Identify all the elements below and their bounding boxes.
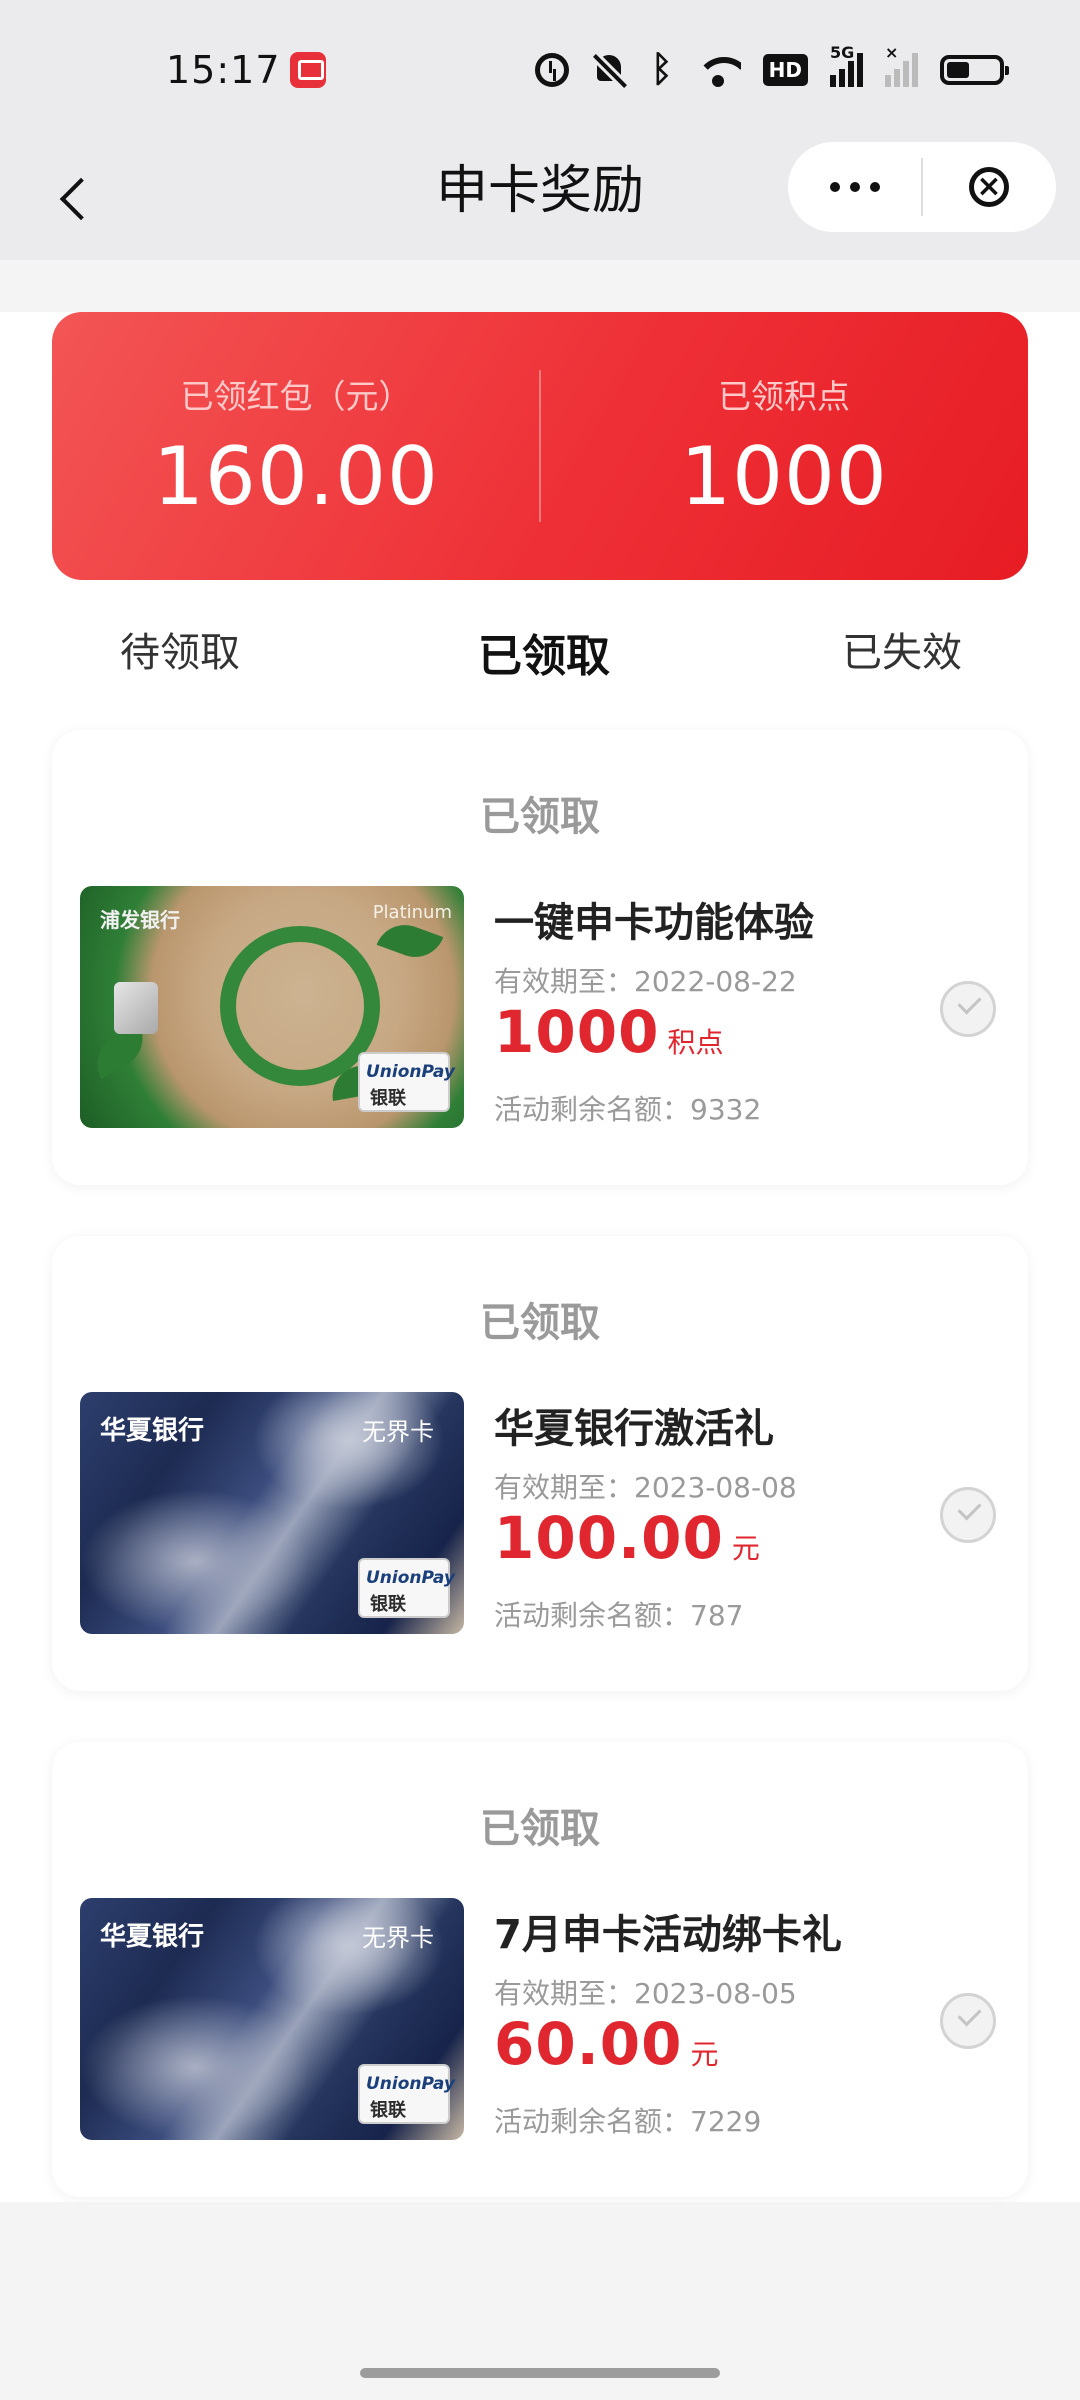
bank-mark: 华夏银行	[100, 1922, 205, 1952]
battery-icon	[940, 55, 1009, 85]
red-app-badge-icon	[290, 52, 326, 88]
main-content: 已领红包（元） 160.00 已领积点 1000 待领取 已领取 已失效 已领取	[0, 312, 1080, 2202]
reward-card[interactable]: 已领取 华夏银行 无界卡 UnionPay 银联 华夏银行激活礼 有效期至：202…	[52, 1236, 1028, 1691]
reward-quota: 活动剩余名额：787	[494, 1599, 744, 1632]
reward-card[interactable]: 已领取 浦发银行 Platinum UnionPay 银联 一键申卡功能体验 有效…	[52, 730, 1028, 1185]
mini-program-capsule	[788, 142, 1056, 232]
reward-amount-unit: 元	[690, 2038, 719, 2071]
reward-quota: 活动剩余名额：7229	[494, 2105, 762, 2138]
reward-title: 7月申卡活动绑卡礼	[494, 1912, 842, 1958]
reward-status: 已领取	[480, 1300, 600, 1346]
mute-icon	[591, 53, 629, 87]
reward-title: 华夏银行激活礼	[494, 1406, 774, 1452]
points-value: 1000	[680, 430, 888, 523]
unionpay-logo: UnionPay 银联	[358, 2064, 455, 2124]
reward-amount-value: 60.00	[494, 2010, 683, 2078]
credit-card-image: 浦发银行 Platinum UnionPay 银联	[80, 886, 464, 1128]
redpacket-summary: 已领红包（元） 160.00	[52, 312, 540, 580]
bank-mark: 浦发银行	[100, 908, 180, 932]
reward-status: 已领取	[480, 1806, 600, 1852]
reward-amount-unit: 元	[731, 1532, 760, 1565]
reward-card[interactable]: 已领取 华夏银行 无界卡 UnionPay 银联 7月申卡活动绑卡礼 有效期至：2…	[52, 1742, 1028, 2197]
signal-5g-icon: 5G	[830, 43, 863, 87]
tab-pending[interactable]: 待领取	[120, 620, 240, 678]
reward-status: 已领取	[480, 794, 600, 840]
check-circle-icon	[940, 981, 996, 1037]
redpacket-label: 已领红包（元）	[180, 377, 412, 416]
hd-icon: HD	[762, 54, 808, 86]
reward-expiry: 有效期至：2023-08-08	[494, 1471, 797, 1504]
tab-expired[interactable]: 已失效	[842, 620, 962, 678]
reward-quota: 活动剩余名额：9332	[494, 1093, 762, 1126]
alarm-icon	[535, 53, 570, 87]
reward-tabs: 待领取 已领取 已失效	[0, 612, 1080, 692]
card-tag: Platinum	[372, 902, 452, 923]
points-label: 已领积点	[718, 377, 850, 416]
unionpay-logo: UnionPay 银联	[358, 1558, 455, 1618]
points-summary: 已领积点 1000	[540, 312, 1028, 580]
home-indicator[interactable]	[360, 2368, 720, 2378]
credit-card-image: 华夏银行 无界卡 UnionPay 银联	[80, 1898, 464, 2140]
unionpay-logo: UnionPay 银联	[358, 1052, 455, 1112]
bluetooth-icon: ᛒ	[651, 49, 673, 90]
reward-expiry: 有效期至：2023-08-05	[494, 1977, 797, 2010]
reward-amount-value: 1000	[494, 998, 660, 1066]
reward-summary-banner: 已领红包（元） 160.00 已领积点 1000	[52, 312, 1028, 580]
credit-card-image: 华夏银行 无界卡 UnionPay 银联	[80, 1392, 464, 1634]
title-bar: 申卡奖励	[0, 140, 1080, 260]
back-arrow-icon[interactable]	[48, 164, 108, 234]
card-chip-icon	[114, 982, 158, 1034]
tab-received[interactable]: 已领取	[478, 620, 610, 684]
signal-icon: ×	[885, 43, 918, 87]
status-time: 15:17	[166, 48, 281, 92]
reward-amount: 1000 积点	[494, 998, 723, 1066]
card-tag: 无界卡	[362, 1418, 434, 1446]
reward-amount: 100.00 元	[494, 1504, 760, 1572]
page: 15:17 ᛒ HD 5G × 申卡奖励 × 已领红包（元） 160.00 已领…	[0, 0, 1080, 2400]
reward-amount-unit: 积点	[667, 1026, 724, 1059]
status-icons: ᛒ HD 5G ×	[535, 43, 1009, 92]
reward-amount: 60.00 元	[494, 2010, 718, 2078]
close-circle-icon[interactable]	[922, 142, 1056, 232]
reward-expiry: 有效期至：2022-08-22	[494, 965, 797, 998]
card-tag: 无界卡	[362, 1924, 434, 1952]
reward-amount-value: 100.00	[494, 1504, 724, 1572]
redpacket-value: 160.00	[153, 430, 439, 523]
check-circle-icon	[940, 1993, 996, 2049]
reward-title: 一键申卡功能体验	[494, 900, 814, 946]
more-dots-icon[interactable]	[788, 142, 922, 232]
status-bar: 15:17 ᛒ HD 5G ×	[0, 0, 1080, 140]
wifi-icon	[694, 53, 741, 87]
bank-mark: 华夏银行	[100, 1416, 205, 1446]
check-circle-icon	[940, 1487, 996, 1543]
